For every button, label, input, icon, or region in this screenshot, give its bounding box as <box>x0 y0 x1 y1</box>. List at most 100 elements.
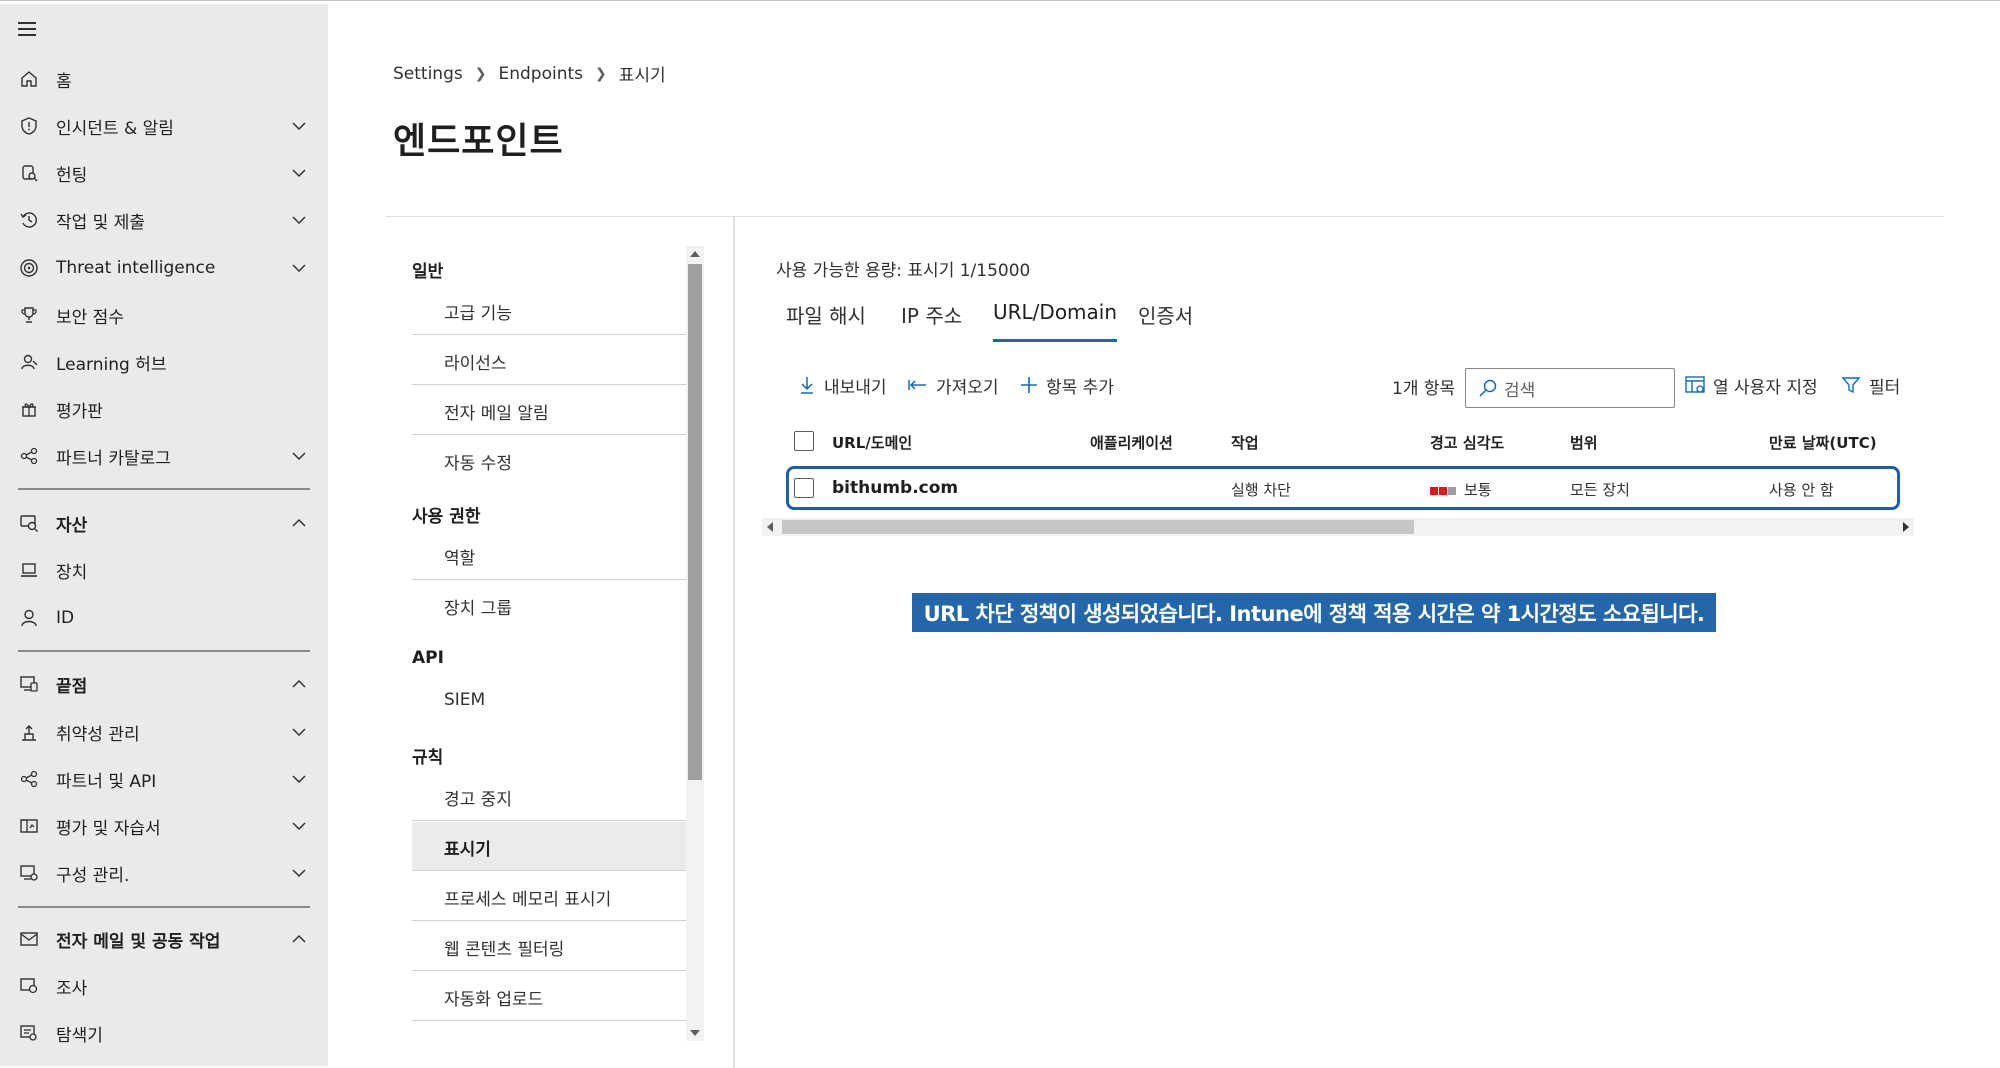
breadcrumb: Settings ❯ Endpoints ❯ 표시기 <box>393 61 666 87</box>
trials-icon <box>18 398 40 420</box>
search-input[interactable]: 검색 <box>1465 368 1675 408</box>
nav-item-label: 탐색기 <box>56 1025 103 1046</box>
settings-item-device-groups[interactable]: 장치 그룹 <box>412 581 686 630</box>
nav-item-endpoints[interactable]: 끝점 <box>0 662 328 706</box>
scroll-down-icon[interactable] <box>690 1030 700 1036</box>
select-all-checkbox[interactable] <box>794 431 814 451</box>
cell-url[interactable]: bithumb.com <box>832 478 958 498</box>
settings-item-web-content-filtering[interactable]: 웹 콘텐츠 필터링 <box>412 922 686 971</box>
chevron-down-icon[interactable] <box>290 117 308 135</box>
settings-item-advanced-features[interactable]: 고급 기능 <box>412 286 686 335</box>
chevron-down-icon[interactable] <box>290 770 308 788</box>
settings-item-automation-uploads[interactable]: 자동화 업로드 <box>412 972 686 1021</box>
nav-item-identities[interactable]: ID <box>0 596 328 640</box>
add-item-button[interactable]: 항목 추가 <box>1020 368 1114 402</box>
column-header-severity[interactable]: 경고 심각도 <box>1430 432 1504 453</box>
chevron-down-icon[interactable] <box>290 864 308 882</box>
chevron-down-icon[interactable] <box>290 164 308 182</box>
actions-icon <box>18 209 40 231</box>
settings-item-label: SIEM <box>444 690 486 710</box>
nav-item-devices[interactable]: 장치 <box>0 548 328 592</box>
scroll-right-icon[interactable] <box>1903 522 1909 532</box>
chevron-down-icon[interactable] <box>290 259 308 277</box>
settings-item-indicators[interactable]: 표시기 <box>412 822 686 871</box>
settings-group-permissions: 사용 권한 <box>412 507 481 527</box>
endpoints-icon <box>18 673 40 695</box>
scrollbar-thumb[interactable] <box>782 520 1414 534</box>
download-icon <box>801 377 813 394</box>
tab-ip-address[interactable]: IP 주소 <box>901 300 962 340</box>
tab-file-hash[interactable]: 파일 해시 <box>786 300 866 340</box>
tab-certificates[interactable]: 인증서 <box>1138 300 1193 340</box>
scroll-up-icon[interactable] <box>690 251 700 257</box>
export-button[interactable]: 내보내기 <box>798 368 887 402</box>
nav-item-hunting[interactable]: 헌팅 <box>0 151 328 195</box>
breadcrumb-endpoints[interactable]: Endpoints <box>498 64 583 84</box>
chevron-down-icon[interactable] <box>290 447 308 465</box>
settings-item-process-memory-indicators[interactable]: 프로세스 메모리 표시기 <box>412 872 686 921</box>
filter-button[interactable]: 필터 <box>1841 368 1900 402</box>
hamburger-menu-icon[interactable] <box>18 22 38 38</box>
tab-url-domain[interactable]: URL/Domain <box>993 300 1118 342</box>
import-button[interactable]: 가져오기 <box>908 368 999 402</box>
nav-item-partner-catalog[interactable]: 파트너 카탈로그 <box>0 434 328 478</box>
column-header-application[interactable]: 애플리케이션 <box>1090 432 1173 453</box>
nav-item-label: 작업 및 제출 <box>56 212 146 233</box>
nav-item-label: 장치 <box>56 562 88 583</box>
nav-item-label: ID <box>56 608 75 628</box>
trophy-icon <box>18 304 40 326</box>
column-header-action[interactable]: 작업 <box>1231 432 1259 453</box>
assets-icon <box>18 512 40 534</box>
chevron-down-icon[interactable] <box>290 723 308 741</box>
nav-item-actions[interactable]: 작업 및 제출 <box>0 198 328 242</box>
settings-item-roles[interactable]: 역할 <box>412 531 686 580</box>
column-header-expiry[interactable]: 만료 날짜(UTC) <box>1769 432 1877 453</box>
settings-item-alert-suppression[interactable]: 경고 중지 <box>412 772 686 821</box>
left-nav: 홈 인시던트 & 알림 헌팅 작업 및 제출 Threat intelligen… <box>0 4 328 1066</box>
settings-item-auto-remediation[interactable]: 자동 수정 <box>412 436 686 485</box>
nav-item-home[interactable]: 홈 <box>0 57 328 101</box>
table-row[interactable]: bithumb.com 실행 차단 보통 모든 장치 사용 안 함 <box>786 466 1900 510</box>
table-horizontal-scrollbar[interactable] <box>762 518 1914 536</box>
chevron-up-icon[interactable] <box>290 930 308 948</box>
settings-item-email-notifications[interactable]: 전자 메일 알림 <box>412 386 686 435</box>
settings-item-label: 웹 콘텐츠 필터링 <box>444 940 565 960</box>
column-header-scope[interactable]: 범위 <box>1570 432 1598 453</box>
nav-item-label: 보안 점수 <box>56 307 124 328</box>
settings-item-siem[interactable]: SIEM <box>412 677 686 726</box>
nav-item-threat-intelligence[interactable]: Threat intelligence <box>0 246 328 290</box>
chevron-down-icon[interactable] <box>290 817 308 835</box>
hunting-icon <box>18 162 40 184</box>
item-count: 1개 항목 <box>1392 379 1456 399</box>
chevron-up-icon[interactable] <box>290 514 308 532</box>
severity-medium-icon <box>1430 486 1456 495</box>
settings-item-licenses[interactable]: 라이선스 <box>412 336 686 385</box>
nav-item-configuration-management[interactable]: 구성 관리. <box>0 851 328 895</box>
nav-item-evaluation-tutorials[interactable]: 평가 및 자습서 <box>0 804 328 848</box>
chevron-down-icon[interactable] <box>290 211 308 229</box>
partner-icon <box>18 445 40 467</box>
nav-item-learning-hub[interactable]: Learning 허브 <box>0 340 328 384</box>
nav-item-vulnerability-management[interactable]: 취약성 관리 <box>0 710 328 754</box>
import-label: 가져오기 <box>936 377 999 398</box>
person-icon <box>18 607 40 629</box>
customize-columns-button[interactable]: 열 사용자 지정 <box>1685 368 1818 402</box>
nav-item-explorer[interactable]: 탐색기 <box>0 1011 328 1055</box>
scroll-left-icon[interactable] <box>767 522 773 532</box>
nav-item-assets[interactable]: 자산 <box>0 501 328 545</box>
nav-item-investigations[interactable]: 조사 <box>0 964 328 1008</box>
settings-nav-scrollbar[interactable] <box>686 246 704 1041</box>
breadcrumb-settings[interactable]: Settings <box>393 64 463 84</box>
chevron-up-icon[interactable] <box>290 675 308 693</box>
nav-item-email-collaboration[interactable]: 전자 메일 및 공동 작업 <box>0 917 328 961</box>
filter-label: 필터 <box>1869 377 1901 398</box>
scrollbar-thumb[interactable] <box>688 264 702 780</box>
nav-item-incidents[interactable]: 인시던트 & 알림 <box>0 104 328 148</box>
learning-hub-icon <box>18 351 40 373</box>
column-header-url[interactable]: URL/도메인 <box>832 432 912 453</box>
nav-item-label: 헌팅 <box>56 165 88 186</box>
nav-item-partners-api[interactable]: 파트너 및 API <box>0 757 328 801</box>
nav-item-trials[interactable]: 평가판 <box>0 387 328 431</box>
nav-item-secure-score[interactable]: 보안 점수 <box>0 293 328 337</box>
row-checkbox[interactable] <box>794 478 814 498</box>
